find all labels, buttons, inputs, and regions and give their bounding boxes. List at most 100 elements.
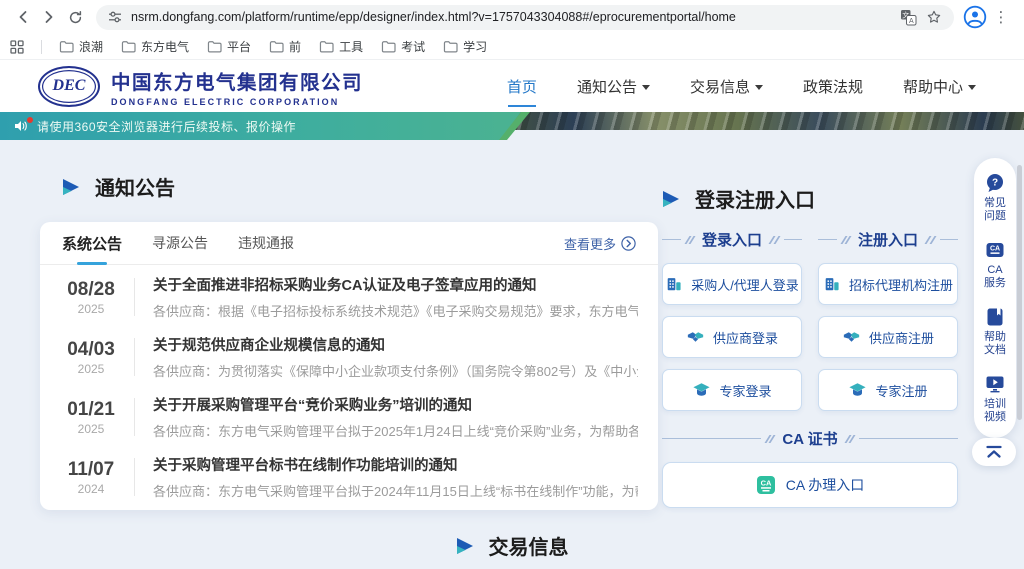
bookmark-folder[interactable]: 学习 [443, 38, 487, 55]
chevron-down-icon [755, 85, 763, 90]
login-group-header: 登录入口 [662, 229, 802, 250]
company-name-en: DONGFANG ELECTRIC CORPORATION [111, 97, 363, 107]
portal-button-label: 供应商登录 [713, 328, 778, 347]
folder-icon [269, 40, 284, 53]
tab-label: 系统公告 [62, 233, 122, 254]
reload-button[interactable] [62, 4, 88, 30]
handshake-icon [686, 328, 705, 346]
folder-icon [121, 40, 136, 53]
section-title: 交易信息 [489, 531, 569, 560]
svg-text:CA: CA [990, 246, 1000, 253]
expert-icon [848, 381, 867, 399]
announcement-desc: 各供应商：根据《电子招标投标系统技术规范》《电子采购交易规范》要求，东方电气采购… [153, 301, 638, 320]
ca-apply-button[interactable]: CA CA 办理入口 [662, 462, 958, 508]
nav-item-label: 通知公告 [577, 76, 637, 97]
section-arrow-icon [62, 179, 80, 195]
tab-label: 违规通报 [238, 233, 294, 253]
browser-menu-button[interactable]: ⋮ [988, 4, 1014, 30]
announcement-item[interactable]: 11/07 2024 关于采购管理平台标书在线制作功能培训的通知 各供应商：东方… [60, 447, 638, 507]
apps-grid-icon[interactable] [10, 40, 24, 54]
announcement-item[interactable]: 08/28 2025 关于全面推进非招标采购业务CA认证及电子签章应用的通知 各… [60, 267, 638, 327]
announcements-card: 系统公告 寻源公告 违规通报 查看更多 [40, 222, 658, 510]
nav-item[interactable]: 帮助中心 [903, 76, 976, 97]
announcement-item[interactable]: 04/03 2025 关于规范供应商企业规模信息的通知 各供应商：为贯彻落实《保… [60, 327, 638, 387]
kebab-menu-icon: ⋮ [994, 8, 1009, 26]
bookmark-folder[interactable]: 平台 [207, 38, 251, 55]
profile-avatar[interactable] [962, 4, 988, 30]
notice-bar-text: 请使用360安全浏览器进行后续投标、报价操作 [37, 118, 296, 135]
bookmark-label: 考试 [401, 38, 425, 55]
rail-item[interactable]: ? 常见 问题 [984, 172, 1006, 223]
nav-item[interactable]: 首页 [507, 76, 537, 97]
announcement-tab[interactable]: 系统公告 [62, 222, 122, 264]
folder-icon [443, 40, 458, 53]
forward-button[interactable] [36, 4, 62, 30]
bookmark-folder[interactable]: 考试 [381, 38, 425, 55]
rail-item[interactable]: 帮助 文档 [984, 306, 1006, 357]
divider [134, 458, 135, 496]
rail-item[interactable]: 培训 视频 [984, 373, 1006, 424]
portal-button[interactable]: 招标代理机构注册 [818, 263, 958, 305]
url-text[interactable]: nsrm.dongfang.com/platform/runtime/epp/d… [131, 10, 891, 24]
folder-icon [207, 40, 222, 53]
portal-button-label: 供应商注册 [869, 328, 934, 347]
nav-item[interactable]: 交易信息 [690, 76, 763, 97]
announcement-desc: 各供应商：东方电气采购管理平台拟于2025年1月24日上线“竞价采购”业务，为帮… [153, 421, 638, 440]
bookmark-label: 东方电气 [141, 38, 189, 55]
company-name-cn: 中国东方电气集团有限公司 [111, 66, 363, 95]
portal-button[interactable]: 供应商登录 [662, 316, 802, 358]
browser-window: nsrm.dongfang.com/platform/runtime/epp/d… [0, 0, 1024, 569]
divider [134, 278, 135, 316]
browser-toolbar: nsrm.dongfang.com/platform/runtime/epp/d… [0, 0, 1024, 34]
announcement-desc: 各供应商：东方电气采购管理平台拟于2024年11月15日上线“标书在线制作”功能… [153, 481, 638, 500]
register-group-header: 注册入口 [818, 229, 958, 250]
view-more-link[interactable]: 查看更多 [564, 234, 636, 253]
section-arrow-icon [662, 191, 680, 207]
announcement-title: 关于规范供应商企业规模信息的通知 [153, 334, 638, 355]
trade-section: 交易信息 [0, 531, 1024, 560]
translate-icon[interactable]: 文A [900, 9, 917, 26]
circle-arrow-icon [621, 236, 636, 251]
announcement-item[interactable]: 01/21 2025 关于开展采购管理平台“竞价采购业务”培训的通知 各供应商：… [60, 387, 638, 447]
announcement-title: 关于采购管理平台标书在线制作功能培训的通知 [153, 454, 638, 475]
portal-button[interactable]: 专家注册 [818, 369, 958, 411]
chevron-down-icon [968, 85, 976, 90]
bookmark-star-icon[interactable] [926, 9, 942, 25]
announcement-tab[interactable]: 寻源公告 [152, 222, 208, 264]
announcement-date: 08/28 2025 [60, 279, 122, 316]
portal-button[interactable]: 专家登录 [662, 369, 802, 411]
announcement-tab[interactable]: 违规通报 [238, 222, 294, 264]
portal-button-label: 专家登录 [719, 381, 771, 400]
bookmark-folder[interactable]: 前 [269, 38, 301, 55]
nav-item[interactable]: 通知公告 [577, 76, 650, 97]
divider [134, 398, 135, 436]
bookmark-label: 工具 [339, 38, 363, 55]
bookmark-label: 平台 [227, 38, 251, 55]
rail-item-label: 帮助 文档 [984, 331, 1006, 357]
url-bar[interactable]: nsrm.dongfang.com/platform/runtime/epp/d… [96, 5, 954, 30]
announcement-date: 11/07 2024 [60, 459, 122, 496]
back-to-top-button[interactable] [972, 438, 1016, 466]
site-logo[interactable]: DEC 中国东方电气集团有限公司 DONGFANG ELECTRIC CORPO… [38, 66, 363, 107]
rail-item-label: CA 服务 [984, 264, 1006, 290]
document-icon [984, 306, 1006, 328]
section-title: 通知公告 [95, 172, 175, 201]
folder-icon [319, 40, 334, 53]
portal-button[interactable]: 采购人/代理人登录 [662, 263, 802, 305]
portal-button-label: 采购人/代理人登录 [691, 275, 799, 294]
bookmark-folder[interactable]: 浪潮 [59, 38, 103, 55]
ca-badge-icon: CA [756, 475, 776, 495]
question-icon: ? [984, 172, 1006, 194]
back-button[interactable] [10, 4, 36, 30]
rail-item[interactable]: CA CA 服务 [984, 239, 1006, 290]
section-title: 登录注册入口 [695, 184, 815, 213]
view-more-label: 查看更多 [564, 234, 616, 253]
folder-icon [59, 40, 74, 53]
portal-button[interactable]: 供应商注册 [818, 316, 958, 358]
nav-item[interactable]: 政策法规 [803, 76, 863, 97]
scrollbar-thumb[interactable] [1017, 165, 1022, 420]
bookmark-folder[interactable]: 工具 [319, 38, 363, 55]
announcements-heading: 通知公告 [62, 172, 175, 201]
building-icon [665, 275, 683, 293]
bookmark-folder[interactable]: 东方电气 [121, 38, 189, 55]
